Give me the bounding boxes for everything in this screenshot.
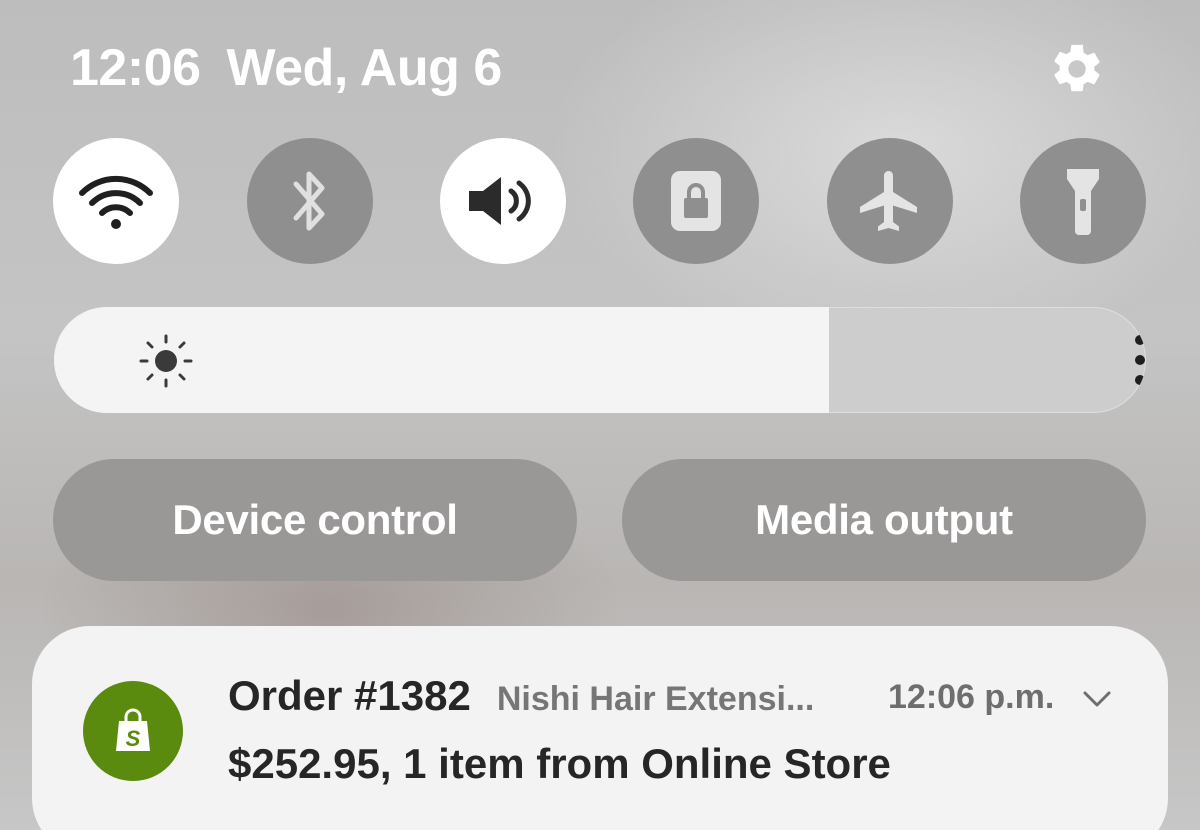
sun-icon — [139, 334, 193, 388]
notification-app-name: Nishi Hair Extensi... — [496, 680, 815, 718]
device-control-button[interactable]: Device control — [53, 459, 577, 581]
sound-icon — [469, 177, 531, 225]
quick-settings-tiles — [53, 138, 1147, 264]
wifi-icon — [79, 175, 153, 229]
date: Wed, Aug 6 — [226, 39, 503, 97]
bluetooth-toggle[interactable] — [247, 138, 373, 264]
media-output-button[interactable]: Media output — [622, 459, 1146, 581]
brightness-slider[interactable] — [54, 307, 1146, 413]
screen-lock-toggle[interactable] — [633, 138, 759, 264]
notification-body: $252.95, 1 item from Online Store — [228, 740, 891, 787]
wifi-toggle[interactable] — [53, 138, 179, 264]
clock: 12:06 — [70, 39, 201, 97]
shopify-icon: S — [83, 681, 183, 781]
lock-icon — [671, 171, 721, 231]
order-notification[interactable]: S Order #1382 Nishi Hair Extensi... 12:0… — [32, 626, 1168, 830]
svg-text:S: S — [126, 726, 141, 751]
more-options-icon[interactable] — [1120, 329, 1146, 391]
settings-gear-icon[interactable] — [1048, 40, 1106, 98]
sound-toggle[interactable] — [440, 138, 566, 264]
status-header: 12:06 Wed, Aug 6 — [70, 38, 502, 98]
notification-title: Order #1382 — [228, 672, 471, 719]
flashlight-icon — [1067, 169, 1099, 235]
notification-time: 12:06 p.m. — [888, 678, 1055, 716]
chevron-down-icon[interactable] — [1080, 684, 1114, 714]
airplane-mode-toggle[interactable] — [827, 138, 953, 264]
flashlight-toggle[interactable] — [1020, 138, 1146, 264]
airplane-icon — [860, 171, 917, 231]
notification-header: Order #1382 Nishi Hair Extensi... — [228, 672, 814, 720]
bluetooth-icon — [293, 171, 325, 231]
